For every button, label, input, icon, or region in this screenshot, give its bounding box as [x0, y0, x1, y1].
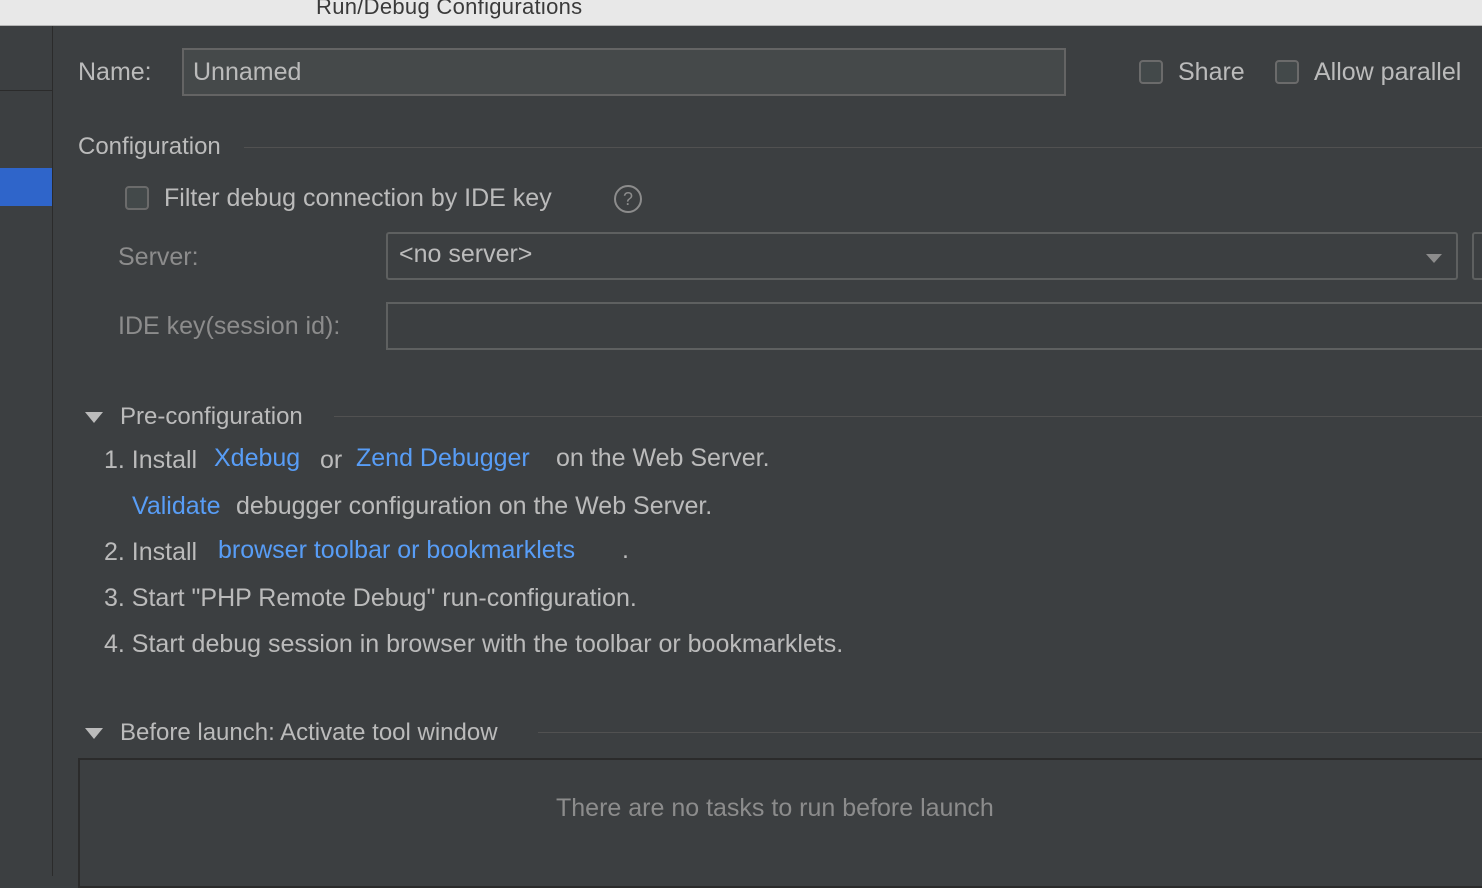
configuration-separator: [244, 147, 1482, 148]
xdebug-link[interactable]: Xdebug: [214, 444, 300, 473]
pre-configuration-separator: [334, 416, 1482, 417]
help-glyph: ?: [622, 189, 633, 209]
server-label: Server:: [118, 243, 199, 271]
window-title: Run/Debug Configurations: [316, 0, 583, 19]
step1-suffix: on the Web Server.: [556, 444, 770, 472]
collapse-triangle-icon[interactable]: [85, 728, 103, 739]
before-launch-separator: [538, 732, 1482, 733]
configuration-section-title: Configuration: [78, 133, 221, 160]
browser-toolbar-link[interactable]: browser toolbar or bookmarklets: [218, 536, 575, 565]
step2-suffix: .: [622, 536, 629, 564]
window-title-bar: Run/Debug Configurations: [0, 0, 1482, 26]
sidebar-selected-item[interactable]: [0, 168, 52, 206]
server-dropdown[interactable]: <no server>: [386, 232, 1458, 280]
ide-key-label: IDE key(session id):: [118, 312, 341, 340]
collapse-triangle-icon[interactable]: [85, 412, 103, 423]
validate-link[interactable]: Validate: [132, 492, 221, 521]
before-launch-task-list[interactable]: There are no tasks to run before launch: [78, 758, 1482, 888]
zend-debugger-link[interactable]: Zend Debugger: [356, 444, 530, 473]
step1-prefix: 1. Install: [104, 446, 198, 474]
pre-configuration-title[interactable]: Pre-configuration: [120, 403, 303, 431]
allow-parallel-checkbox[interactable]: [1275, 60, 1299, 84]
empty-tasks-message: There are no tasks to run before launch: [556, 794, 994, 822]
server-browse-button[interactable]: [1472, 232, 1482, 280]
share-checkbox[interactable]: [1139, 60, 1163, 84]
server-dropdown-value: <no server>: [399, 240, 533, 268]
validate-suffix: debugger configuration on the Web Server…: [236, 492, 713, 520]
ide-key-field[interactable]: [386, 302, 1482, 350]
name-field[interactable]: [182, 48, 1066, 96]
configurations-sidebar: [0, 26, 53, 876]
step2-prefix: 2. Install: [104, 538, 198, 566]
step1-or: or: [320, 446, 343, 474]
before-launch-title[interactable]: Before launch: Activate tool window: [120, 719, 498, 747]
chevron-down-icon: [1426, 254, 1442, 263]
name-label: Name:: [78, 58, 152, 86]
share-label: Share: [1178, 58, 1245, 86]
filter-ide-key-label: Filter debug connection by IDE key: [164, 184, 552, 212]
allow-parallel-label: Allow parallel: [1314, 58, 1462, 86]
step4-text: 4. Start debug session in browser with t…: [104, 630, 844, 658]
step3-text: 3. Start "PHP Remote Debug" run-configur…: [104, 584, 637, 612]
help-icon[interactable]: ?: [614, 185, 642, 213]
sidebar-divider: [0, 90, 52, 91]
filter-ide-key-checkbox[interactable]: [125, 186, 149, 210]
